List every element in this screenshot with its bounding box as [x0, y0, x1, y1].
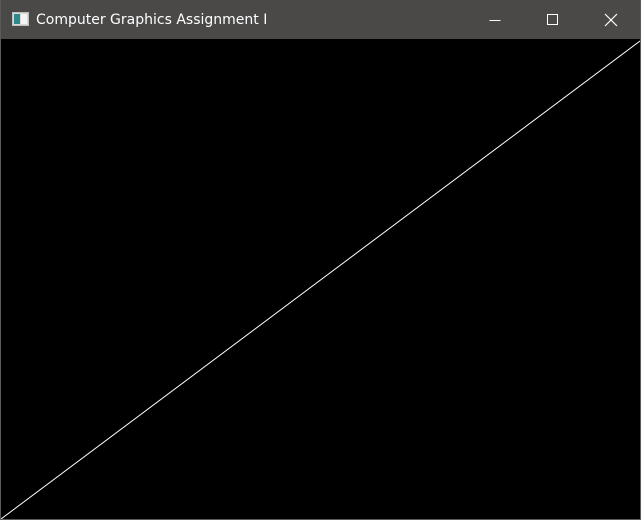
drawing-canvas[interactable]: [1, 39, 640, 519]
title-bar[interactable]: Computer Graphics Assignment I: [1, 0, 640, 39]
app-window-icon: [12, 12, 29, 26]
minimize-button[interactable]: [466, 0, 524, 39]
minimize-icon: [489, 19, 501, 21]
maximize-icon: [547, 13, 558, 25]
canvas-svg: [1, 39, 640, 519]
window-title: Computer Graphics Assignment I: [36, 12, 268, 28]
close-button[interactable]: [582, 0, 640, 39]
maximize-button[interactable]: [524, 0, 582, 39]
app-window: Computer Graphics Assignment I: [0, 0, 641, 520]
close-icon: [604, 13, 618, 26]
